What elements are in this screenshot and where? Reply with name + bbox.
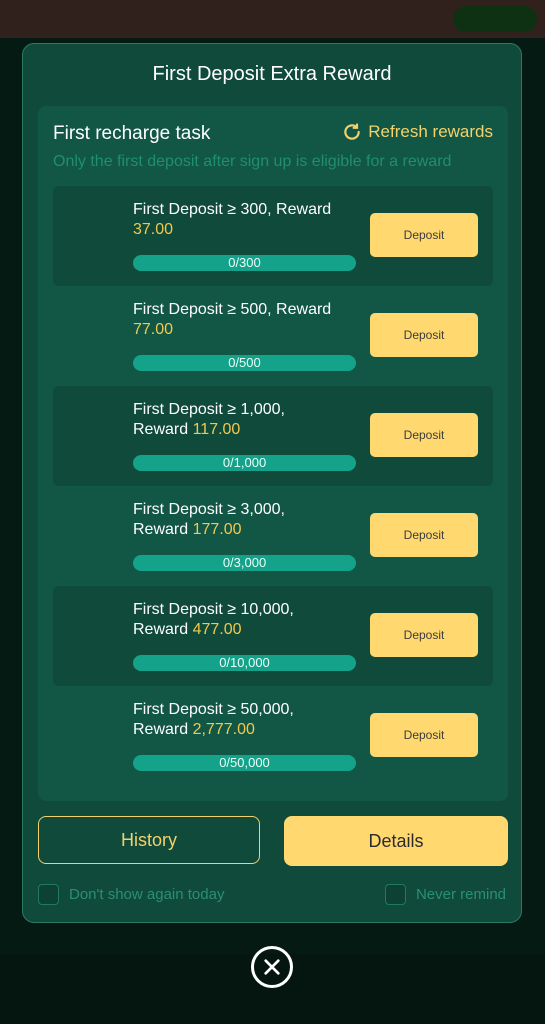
task-line1: First Deposit ≥ 500, Reward <box>133 301 332 318</box>
first-deposit-modal: First Deposit Extra Reward First recharg… <box>22 43 522 923</box>
task-row: First Deposit ≥ 50,000, Reward 2,777.00 … <box>53 686 493 786</box>
task-line1: First Deposit ≥ 50,000, <box>133 701 294 718</box>
refresh-icon <box>344 123 361 140</box>
never-remind-checkbox[interactable] <box>384 884 406 905</box>
task-row: First Deposit ≥ 3,000, Reward 177.00 0/3… <box>53 486 493 586</box>
progress-bar: 0/3,000 <box>133 555 356 571</box>
progress-bar: 0/1,000 <box>133 455 356 471</box>
never-remind-label: Never remind <box>415 886 506 903</box>
progress-bar: 0/50,000 <box>133 755 356 771</box>
task-description: First Deposit ≥ 1,000, Reward 117.00 <box>133 400 363 440</box>
progress-label: 0/10,000 <box>219 655 270 670</box>
deposit-button[interactable]: Deposit <box>370 313 478 357</box>
dont-show-again-label: Don't show again today <box>69 886 225 903</box>
task-line1: First Deposit ≥ 3,000, <box>133 501 285 518</box>
modal-title: First Deposit Extra Reward <box>152 63 392 85</box>
task-line2-prefix: Reward <box>133 621 193 638</box>
task-line2-prefix: Reward <box>133 521 193 538</box>
task-row: First Deposit ≥ 10,000, Reward 477.00 0/… <box>53 586 493 686</box>
task-reward: 2,777.00 <box>192 721 255 738</box>
task-description: First Deposit ≥ 50,000, Reward 2,777.00 <box>133 700 363 740</box>
task-line1: First Deposit ≥ 300, Reward <box>133 201 332 218</box>
task-row: First Deposit ≥ 500, Reward 77.00 0/500 … <box>53 286 493 386</box>
task-description: First Deposit ≥ 500, Reward 77.00 <box>133 300 363 340</box>
task-reward: 177.00 <box>192 521 242 538</box>
task-reward: 37.00 <box>133 221 174 238</box>
task-reward: 477.00 <box>192 621 242 638</box>
task-line1: First Deposit ≥ 10,000, <box>133 601 294 618</box>
task-reward: 77.00 <box>133 321 174 338</box>
deposit-button[interactable]: Deposit <box>370 413 478 457</box>
progress-label: 0/500 <box>228 355 261 370</box>
dont-show-again-option[interactable]: Don't show again today <box>38 884 224 905</box>
deposit-button[interactable]: Deposit <box>370 613 478 657</box>
task-row: First Deposit ≥ 300, Reward 37.00 0/300 … <box>53 186 493 286</box>
task-description: First Deposit ≥ 300, Reward 37.00 <box>133 200 363 240</box>
progress-bar: 0/10,000 <box>133 655 356 671</box>
close-icon <box>264 959 280 975</box>
task-row: First Deposit ≥ 1,000, Reward 117.00 0/1… <box>53 386 493 486</box>
refresh-rewards-button[interactable]: Refresh rewards <box>342 122 493 142</box>
progress-label: 0/300 <box>228 255 261 270</box>
progress-bar: 0/500 <box>133 355 356 371</box>
details-button[interactable]: Details <box>284 816 508 866</box>
task-line2-prefix: Reward <box>133 721 193 738</box>
task-description: First Deposit ≥ 3,000, Reward 177.00 <box>133 500 363 540</box>
deposit-button[interactable]: Deposit <box>370 213 478 257</box>
history-button[interactable]: History <box>38 816 260 864</box>
progress-label: 0/50,000 <box>219 755 270 770</box>
dont-show-again-checkbox[interactable] <box>38 884 59 905</box>
progress-label: 0/3,000 <box>222 555 267 570</box>
close-button[interactable] <box>251 946 293 988</box>
task-list: First Deposit ≥ 300, Reward 37.00 0/300 … <box>53 186 493 786</box>
task-title: First recharge task <box>53 123 211 144</box>
progress-bar: 0/300 <box>133 255 356 271</box>
task-reward: 117.00 <box>192 421 241 438</box>
task-description: First Deposit ≥ 10,000, Reward 477.00 <box>133 600 363 640</box>
refresh-rewards-label: Refresh rewards <box>368 122 493 141</box>
eligibility-note: Only the first deposit after sign up is … <box>53 153 452 170</box>
deposit-button[interactable]: Deposit <box>370 513 478 557</box>
task-line2-prefix: Reward <box>133 421 193 438</box>
task-line1: First Deposit ≥ 1,000, <box>133 401 285 418</box>
deposit-button[interactable]: Deposit <box>370 713 478 757</box>
progress-label: 0/1,000 <box>222 455 267 470</box>
never-remind-option[interactable]: Never remind <box>384 884 506 905</box>
recharge-task-panel: First recharge task Refresh rewards Only… <box>38 106 508 801</box>
